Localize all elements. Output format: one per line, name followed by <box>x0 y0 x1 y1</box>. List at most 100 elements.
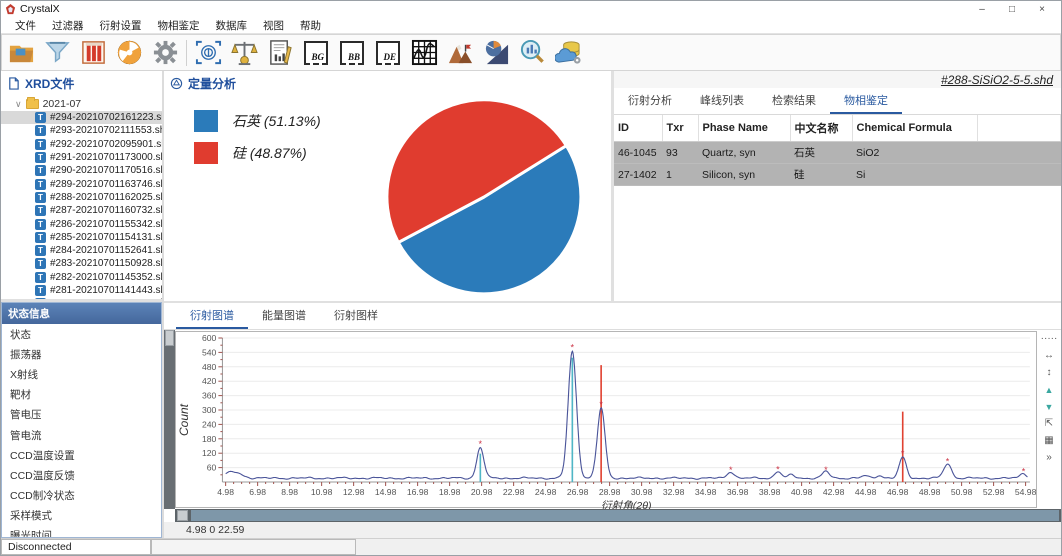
column-header[interactable]: Chemical Formula <box>852 115 977 142</box>
close-button[interactable]: × <box>1027 2 1057 17</box>
shd-file-icon: T <box>35 139 46 150</box>
file-row[interactable]: T#286-20210701155342.shd13:09 <box>1 217 162 230</box>
database-cloud-icon[interactable] <box>553 38 583 68</box>
chart-box: Count 601201802403003604204805406004.986… <box>175 331 1037 508</box>
svg-text:8.98: 8.98 <box>281 487 298 497</box>
shd-file-icon: T <box>35 245 46 256</box>
file-row[interactable]: T#280-20210701140616.shd13:09 <box>1 297 162 299</box>
column-header[interactable]: ID <box>614 115 662 142</box>
tab-峰线列表[interactable]: 峰线列表 <box>686 88 758 114</box>
legend-swatch <box>194 142 218 164</box>
xrd-file-panel: XRD文件 ∨ 2021-07 T#294-20210702161223.shd… <box>1 71 162 302</box>
svg-text:300: 300 <box>202 405 217 415</box>
table-row[interactable]: 46-104593Quartz, syn石英SiO2 <box>614 142 1061 164</box>
tab-衍射图谱[interactable]: 衍射图谱 <box>176 303 248 329</box>
maximize-button[interactable]: □ <box>997 2 1027 17</box>
menu-bar: 文件过滤器衍射设置物相鉴定数据库视图帮助 <box>1 17 1061 34</box>
samples-icon[interactable] <box>78 38 108 68</box>
mask-bb-icon[interactable]: BB <box>337 38 367 68</box>
file-row[interactable]: T#290-20210701170516.shd13:09 <box>1 164 162 177</box>
svg-text:120: 120 <box>202 448 217 458</box>
pie-legend: 石英 (51.13%)硅 (48.87%) <box>194 110 321 164</box>
menu-item-2[interactable]: 过滤器 <box>44 18 92 33</box>
folder-row[interactable]: ∨ 2021-07 <box>1 97 162 111</box>
menu-item-7[interactable]: 帮助 <box>292 18 329 33</box>
column-header[interactable]: Txr <box>662 115 698 142</box>
zoom-vertical-icon[interactable]: ↕ <box>1047 368 1052 378</box>
xray-source-icon[interactable] <box>114 38 144 68</box>
phase-table-header-row: IDTxrPhase Name中文名称Chemical Formula <box>614 115 1061 142</box>
file-row[interactable]: T#291-20210701173000.shd13:09 <box>1 151 162 164</box>
minimize-button[interactable]: – <box>967 2 997 17</box>
legend-label: 石英 (51.13%) <box>232 111 321 131</box>
report-icon[interactable] <box>265 38 295 68</box>
collapse-icon[interactable]: » <box>1046 453 1052 463</box>
column-header[interactable]: Phase Name <box>698 115 790 142</box>
svg-text:32.98: 32.98 <box>663 487 685 497</box>
file-list: T#294-20210702161223.shd13:09T#293-20210… <box>1 111 162 299</box>
menu-item-1[interactable]: 文件 <box>7 18 44 33</box>
status-item: CCD温度设置 <box>2 445 161 465</box>
open-file-icon[interactable] <box>6 38 36 68</box>
status-info-header: 状态信息 <box>2 303 161 324</box>
file-row[interactable]: T#283-20210701150928.shd13:09 <box>1 257 162 270</box>
tab-能量图谱[interactable]: 能量图谱 <box>248 303 320 329</box>
settings-gear-icon[interactable] <box>150 38 180 68</box>
table-row[interactable]: 27-14021Silicon, syn硅Si <box>614 164 1061 186</box>
filter-icon[interactable] <box>42 38 72 68</box>
file-row[interactable]: T#284-20210701152641.shd13:09 <box>1 244 162 257</box>
app-icon <box>5 4 16 15</box>
svg-text:*: * <box>479 439 483 449</box>
file-row[interactable]: T#282-20210701145352.shd13:09 <box>1 271 162 284</box>
menu-item-6[interactable]: 视图 <box>255 18 292 33</box>
file-name: #288-20210701162025.shd <box>50 192 162 203</box>
zoom-horizontal-icon[interactable]: ↔ <box>1044 351 1054 361</box>
search-analyze-icon[interactable] <box>517 38 547 68</box>
table-cell: 93 <box>662 142 698 164</box>
horizontal-scrollbar-handle[interactable] <box>177 510 188 521</box>
svg-text:*: * <box>776 465 780 475</box>
tab-衍射分析[interactable]: 衍射分析 <box>614 88 686 114</box>
menu-item-3[interactable]: 衍射设置 <box>92 18 150 33</box>
file-row[interactable]: T#285-20210701154131.shd13:09 <box>1 231 162 244</box>
status-info-panel: 状态信息 状态振荡器X射线靶材管电压管电流CCD温度设置CCD温度反馈CCD制冷… <box>1 302 162 538</box>
svg-text:60: 60 <box>207 463 217 473</box>
file-tree: ∨ 2021-07 T#294-20210702161223.shd13:09T… <box>1 96 162 299</box>
file-row[interactable]: T#289-20210701163746.shd13:09 <box>1 177 162 190</box>
horizontal-scrollbar-range[interactable] <box>191 510 1059 521</box>
file-row[interactable]: T#293-20210702111553.shd13:09 <box>1 124 162 137</box>
svg-text:50.98: 50.98 <box>951 487 973 497</box>
top-row: 定量分析 石英 (51.13%)硅 (48.87%) #288-SiSiO2-5… <box>164 71 1061 301</box>
menu-item-5[interactable]: 数据库 <box>208 18 256 33</box>
mask-de-icon[interactable]: DE <box>373 38 403 68</box>
data-table-icon[interactable]: ▦ <box>1044 436 1053 446</box>
shd-file-icon: T <box>35 232 46 243</box>
svg-text:52.98: 52.98 <box>983 487 1005 497</box>
quantify-balance-icon[interactable] <box>229 38 259 68</box>
tab-检索结果[interactable]: 检索结果 <box>758 88 830 114</box>
phase-chart-icon[interactable] <box>481 38 511 68</box>
vertical-scrollbar-handle[interactable] <box>165 330 174 346</box>
menu-item-4[interactable]: 物相鉴定 <box>150 18 208 33</box>
fingerprint-identify-icon[interactable] <box>193 38 223 68</box>
y-axis-title: Count <box>176 332 192 507</box>
file-row[interactable]: T#292-20210702095901.shd13:09 <box>1 138 162 151</box>
tab-衍射图样[interactable]: 衍射图样 <box>320 303 392 329</box>
diffraction-plot[interactable]: 601201802403003604204805406004.986.988.9… <box>192 332 1036 514</box>
pan-down-icon[interactable]: ▼ <box>1045 402 1054 412</box>
peak-search-icon[interactable] <box>445 38 475 68</box>
file-row[interactable]: T#281-20210701141443.shd13:09 <box>1 284 162 297</box>
file-row[interactable]: T#287-20210701160732.shd13:09 <box>1 204 162 217</box>
mask-bg-icon[interactable]: BG <box>301 38 331 68</box>
pan-up-icon[interactable]: ▲ <box>1045 385 1054 395</box>
svg-text:420: 420 <box>202 376 217 386</box>
file-row[interactable]: T#288-20210701162025.shd13:09 <box>1 191 162 204</box>
pie-chart <box>375 88 593 301</box>
column-header[interactable]: 中文名称 <box>790 115 852 142</box>
grid-pattern-icon[interactable] <box>409 38 439 68</box>
tab-物相鉴定[interactable]: 物相鉴定 <box>830 88 902 114</box>
fullscreen-icon[interactable]: ⇱ <box>1045 419 1053 429</box>
vertical-scrollbar[interactable] <box>164 330 175 509</box>
file-row[interactable]: T#294-20210702161223.shd13:09 <box>1 111 162 124</box>
horizontal-scrollbar[interactable] <box>175 509 1061 522</box>
